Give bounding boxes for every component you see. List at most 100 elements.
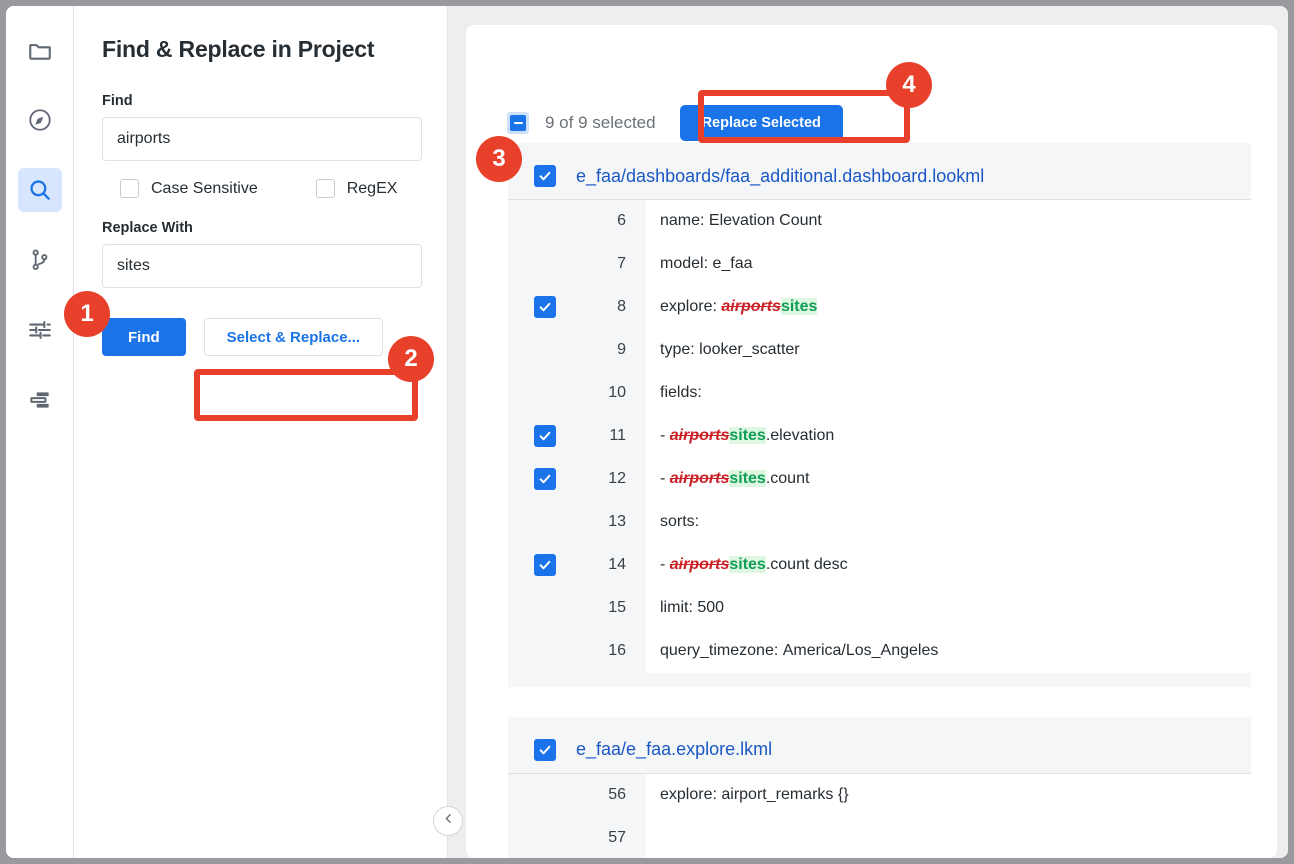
regex-label: RegEX <box>347 180 398 198</box>
code-line-text: explore: airport_remarks {} <box>646 773 1251 816</box>
added-text: sites <box>781 298 817 315</box>
annotation-badge-1: 1 <box>64 291 110 337</box>
code-line-row: 10 fields: <box>508 372 1251 415</box>
search-options-row: Case Sensitive RegEX <box>120 179 447 198</box>
page-title: Find & Replace in Project <box>102 36 447 63</box>
app-window: Find & Replace in Project Find Case Sens… <box>6 6 1288 858</box>
folder-icon <box>27 37 53 63</box>
code-prefix: name: Elevation Count <box>660 212 822 229</box>
code-line-text: - airportssites.elevation <box>646 415 1251 458</box>
code-line-text: limit: 500 <box>646 587 1251 630</box>
line-checkbox-cell <box>508 372 564 415</box>
line-checkbox-cell <box>508 587 564 630</box>
removed-text: airports <box>670 427 730 444</box>
line-number: 9 <box>564 329 646 372</box>
line-checkbox[interactable] <box>534 296 556 318</box>
code-line-text: query_timezone: America/Los_Angeles <box>646 630 1251 673</box>
select-replace-button[interactable]: Select & Replace... <box>204 318 383 356</box>
find-input[interactable] <box>102 117 422 161</box>
rail-item-format[interactable] <box>18 378 62 422</box>
search-icon <box>27 177 53 203</box>
replace-with-input[interactable] <box>102 244 422 288</box>
code-line-row: 11- airportssites.elevation <box>508 415 1251 458</box>
line-checkbox-cell <box>508 200 564 243</box>
code-suffix: .count <box>766 470 810 487</box>
code-prefix: - <box>660 427 670 444</box>
line-checkbox-cell <box>508 816 564 858</box>
line-number: 10 <box>564 372 646 415</box>
file-result-block: e_faa/e_faa.explore.lkml 56 explore: airpo… <box>508 717 1251 859</box>
line-number: 16 <box>564 630 646 673</box>
code-line-text: - airportssites.count <box>646 458 1251 501</box>
code-line-text: explore: airportssites <box>646 286 1251 329</box>
rail-item-settings[interactable] <box>18 308 62 352</box>
code-prefix: fields: <box>660 384 702 401</box>
removed-text: airports <box>721 298 781 315</box>
line-number: 8 <box>564 286 646 329</box>
file-checkbox[interactable] <box>534 165 556 187</box>
line-number: 11 <box>564 415 646 458</box>
file-header: e_faa/dashboards/faa_additional.dashboar… <box>508 165 1251 199</box>
file-path-link[interactable]: e_faa/dashboards/faa_additional.dashboar… <box>576 166 984 187</box>
find-button[interactable]: Find <box>102 318 186 356</box>
code-prefix: limit: 500 <box>660 599 724 616</box>
line-checkbox-cell <box>508 501 564 544</box>
file-result-block: e_faa/dashboards/faa_additional.dashboar… <box>508 143 1251 687</box>
rail-item-search[interactable] <box>18 168 62 212</box>
rail-item-version-control[interactable] <box>18 238 62 282</box>
added-text: sites <box>729 470 765 487</box>
case-sensitive-checkbox[interactable] <box>120 179 139 198</box>
compass-icon <box>27 107 53 133</box>
annotation-badge-3: 3 <box>476 136 522 182</box>
code-line-text <box>646 816 1251 858</box>
code-line-row: 12- airportssites.count <box>508 458 1251 501</box>
line-number: 6 <box>564 200 646 243</box>
line-checkbox-cell <box>508 458 564 501</box>
code-prefix: - <box>660 470 670 487</box>
code-line-row: 13sorts: <box>508 501 1251 544</box>
line-number: 57 <box>564 816 646 858</box>
code-diff-table: 6name: Elevation Count7model: e_faa8expl… <box>508 199 1251 673</box>
format-align-icon <box>27 387 53 413</box>
removed-text: airports <box>670 470 730 487</box>
line-checkbox[interactable] <box>534 468 556 490</box>
code-prefix: model: e_faa <box>660 255 753 272</box>
annotation-badge-4: 4 <box>886 62 932 108</box>
code-line-row: 6 name: Elevation Count <box>508 200 1251 243</box>
chevron-left-icon <box>442 812 455 830</box>
file-result-list: e_faa/dashboards/faa_additional.dashboar… <box>466 143 1277 858</box>
code-line-row: 16query_timezone: America/Los_Angeles <box>508 630 1251 673</box>
code-diff-table: 56 explore: airport_remarks {} 57 <box>508 773 1251 859</box>
line-number: 12 <box>564 458 646 501</box>
file-header: e_faa/e_faa.explore.lkml <box>508 739 1251 773</box>
code-line-row: 14- airportssites.count desc <box>508 544 1251 587</box>
file-checkbox[interactable] <box>534 739 556 761</box>
line-checkbox[interactable] <box>534 425 556 447</box>
line-checkbox-cell <box>508 773 564 816</box>
line-checkbox[interactable] <box>534 554 556 576</box>
regex-checkbox[interactable] <box>316 179 335 198</box>
line-checkbox-cell <box>508 329 564 372</box>
code-prefix: explore: airport_remarks {} <box>660 786 849 803</box>
code-line-text: type: looker_scatter <box>646 329 1251 372</box>
select-all-checkbox[interactable] <box>507 112 529 134</box>
sliders-icon <box>27 317 53 343</box>
code-prefix: explore: <box>660 298 721 315</box>
line-number: 7 <box>564 243 646 286</box>
icon-rail <box>6 6 74 858</box>
line-number: 15 <box>564 587 646 630</box>
replace-selected-button[interactable]: Replace Selected <box>680 105 843 141</box>
line-number: 56 <box>564 773 646 816</box>
git-branch-icon <box>27 247 53 273</box>
selected-count-label: 9 of 9 selected <box>545 113 656 133</box>
file-path-link[interactable]: e_faa/e_faa.explore.lkml <box>576 739 772 760</box>
code-line-row: 9type: looker_scatter <box>508 329 1251 372</box>
line-checkbox-cell <box>508 544 564 587</box>
code-prefix: - <box>660 556 670 573</box>
rail-item-file-browser[interactable] <box>18 28 62 72</box>
added-text: sites <box>729 556 765 573</box>
collapse-panel-button[interactable] <box>433 806 463 836</box>
case-sensitive-label: Case Sensitive <box>151 180 258 198</box>
code-line-text: sorts: <box>646 501 1251 544</box>
rail-item-explore[interactable] <box>18 98 62 142</box>
